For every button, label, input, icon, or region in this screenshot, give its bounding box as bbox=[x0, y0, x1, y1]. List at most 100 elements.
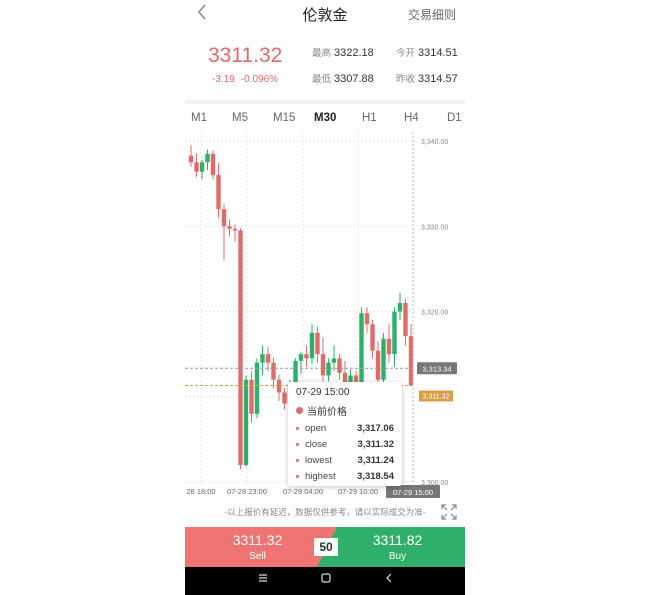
candle-body bbox=[298, 354, 304, 361]
sell-label: Sell bbox=[249, 551, 266, 562]
fullscreen-button[interactable] bbox=[441, 504, 457, 520]
candle-body bbox=[337, 358, 342, 373]
tooltip-value: 3,311.32 bbox=[357, 439, 394, 450]
candle-body bbox=[282, 392, 287, 404]
tab-m15[interactable]: M15 bbox=[273, 112, 295, 124]
delay-disclaimer: -以上报价有延迟，数据仅供参考，请以实际成交为准- bbox=[224, 507, 426, 517]
change-percent: -0.096% bbox=[240, 74, 279, 85]
candle-body bbox=[254, 362, 260, 414]
buy-label: Buy bbox=[388, 551, 407, 562]
low-label: 最低 bbox=[312, 74, 332, 85]
tooltip-series: 当前价格 bbox=[296, 403, 394, 418]
candle-body bbox=[216, 175, 221, 210]
candle-body bbox=[199, 162, 205, 172]
top-bar: 伦敦金 交易细则 bbox=[185, 0, 465, 26]
prev-close-stat: 昨收 3314.57 bbox=[396, 71, 458, 85]
high-value: 3322.18 bbox=[334, 47, 374, 59]
menu-icon bbox=[259, 574, 267, 582]
change-value: -3.19 bbox=[212, 74, 235, 85]
candle-body bbox=[238, 230, 243, 465]
quote-panel: 3311.32 -3.19 -0.096% 最高 3322.18 最低 3307.88… bbox=[185, 38, 465, 94]
candle-body bbox=[326, 362, 331, 376]
tab-m30[interactable]: M30 bbox=[314, 112, 336, 124]
tab-m1[interactable]: M1 bbox=[191, 112, 207, 124]
candle-body bbox=[232, 228, 238, 231]
tooltip-time: 07-29 15:00 bbox=[296, 387, 350, 398]
candle-body bbox=[221, 209, 227, 227]
tooltip-key: highest bbox=[305, 471, 336, 482]
tooltip-key: open bbox=[305, 423, 327, 434]
price-change: -3.19 -0.096% bbox=[212, 74, 278, 85]
candle-body bbox=[364, 313, 370, 325]
nav-back-button[interactable] bbox=[379, 572, 399, 587]
tab-h1[interactable]: H1 bbox=[362, 112, 377, 124]
last-price-tag: 3,311.32 bbox=[423, 393, 450, 400]
series-dot bbox=[296, 407, 303, 414]
candle-body bbox=[265, 354, 271, 363]
menu-button[interactable] bbox=[253, 572, 273, 587]
y-tick-label: 3,340.00 bbox=[421, 139, 448, 146]
candle-body bbox=[293, 360, 298, 384]
open-stat: 今开 3314.51 bbox=[396, 45, 458, 59]
candle-body bbox=[381, 338, 386, 380]
tooltip-key: close bbox=[305, 439, 328, 450]
tooltip-value: 3,318.54 bbox=[357, 471, 394, 482]
tab-m5[interactable]: M5 bbox=[232, 112, 248, 124]
prev-close-label: 昨收 bbox=[396, 74, 416, 85]
x-tick-label: 28 18:00 bbox=[186, 487, 215, 496]
y-tick-label: 3,320.00 bbox=[421, 310, 448, 317]
tab-h4[interactable]: H4 bbox=[404, 112, 419, 124]
high-label: 最高 bbox=[312, 48, 332, 59]
timeframe-tabs: M1 M5 M15 M30 H1 H4 D1 bbox=[185, 106, 465, 132]
sell-price: 3311.32 bbox=[232, 532, 283, 548]
low-value: 3307.88 bbox=[334, 73, 374, 85]
y-tick-label: 3,330.00 bbox=[421, 224, 448, 231]
tooltip-value: 3,317.06 bbox=[357, 423, 394, 434]
tooltip-row-highest: highest 3,318.54 bbox=[296, 471, 394, 482]
bullet-dot bbox=[296, 459, 299, 462]
x-tick-label: 07-29 04:00 bbox=[283, 487, 323, 496]
fullscreen-icon bbox=[441, 504, 457, 520]
candle-body bbox=[188, 155, 194, 163]
candle-body bbox=[227, 226, 232, 229]
bullet-dot bbox=[296, 427, 299, 430]
x-tick-label: 07-28 23:00 bbox=[227, 487, 267, 496]
crosshair-time-tag: 07-29 15:00 bbox=[393, 488, 433, 497]
back-icon bbox=[386, 573, 392, 583]
candle-body bbox=[260, 354, 265, 363]
open-value: 3314.51 bbox=[418, 47, 458, 59]
current-price-tag: 3,313.34 bbox=[422, 364, 451, 373]
candle-body bbox=[370, 324, 375, 351]
candle-body bbox=[194, 162, 199, 172]
candle-body bbox=[309, 332, 315, 359]
high-stat: 最高 3322.18 bbox=[312, 45, 374, 59]
tooltip-key: lowest bbox=[305, 455, 332, 466]
candle-body bbox=[276, 379, 282, 393]
system-nav-bar bbox=[185, 567, 465, 595]
tooltip-row-lowest: lowest 3,311.24 bbox=[296, 455, 394, 466]
tooltip-value: 3,311.24 bbox=[357, 455, 394, 466]
tooltip-series-label: 当前价格 bbox=[307, 407, 347, 418]
tooltip-row-open: open 3,317.06 bbox=[296, 423, 394, 434]
candle-body bbox=[403, 302, 408, 337]
candle-body bbox=[375, 350, 381, 380]
candle-body bbox=[320, 354, 326, 376]
low-stat: 最低 3307.88 bbox=[312, 71, 374, 85]
candle-body bbox=[249, 379, 254, 414]
candlestick-chart[interactable]: 3,340.003,330.003,320.003,310.003,300.00… bbox=[185, 132, 465, 500]
candle-body bbox=[210, 153, 216, 176]
trade-bar: 3311.32 Sell 3311.82 Buy 50 bbox=[185, 527, 465, 567]
candle-body bbox=[392, 311, 397, 355]
trading-rules-link[interactable]: 交易细则 bbox=[408, 6, 456, 23]
section-divider bbox=[185, 100, 465, 104]
candle-tooltip: 07-29 15:00 当前价格 open 3,317.06 close 3,311… bbox=[288, 382, 402, 486]
home-button[interactable] bbox=[316, 572, 336, 587]
tab-d1[interactable]: D1 bbox=[447, 112, 462, 124]
prev-close-value: 3314.57 bbox=[418, 73, 458, 85]
candle-body bbox=[359, 313, 364, 385]
buy-price: 3311.82 bbox=[372, 532, 423, 548]
candle-body bbox=[205, 153, 210, 163]
candle-body bbox=[304, 354, 309, 359]
candle-body bbox=[315, 332, 320, 355]
bullet-dot bbox=[296, 475, 299, 478]
